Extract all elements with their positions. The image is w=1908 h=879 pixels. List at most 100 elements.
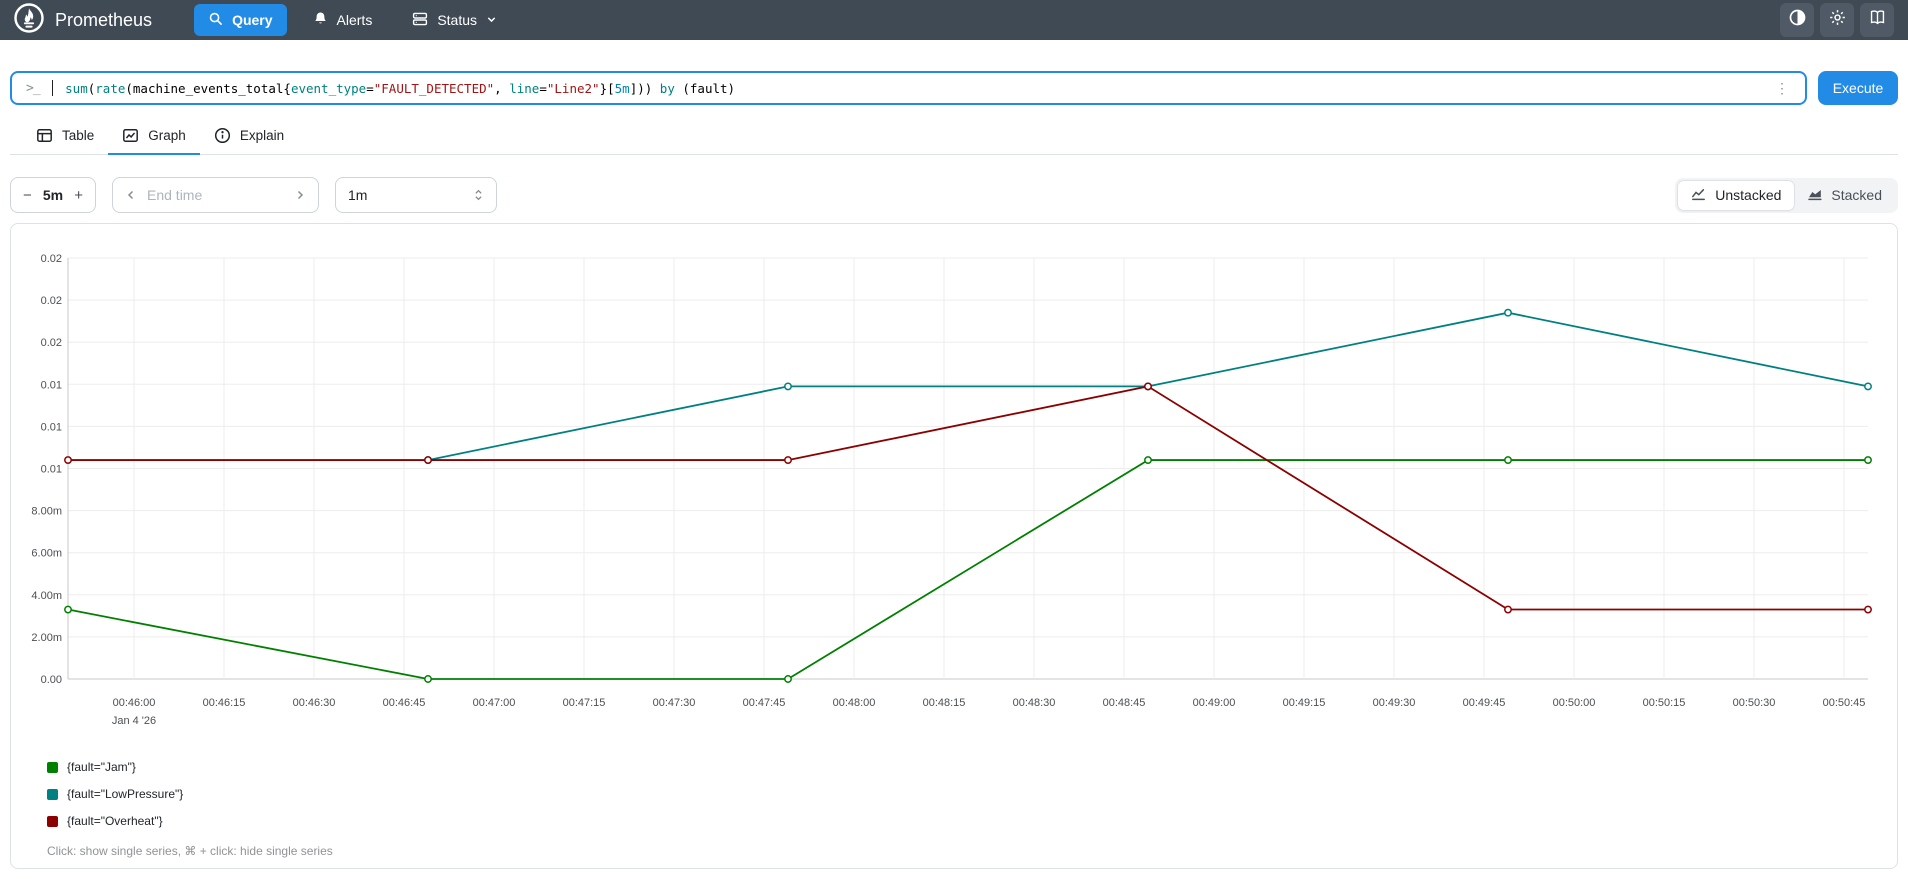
range-value[interactable]: 5m: [43, 187, 63, 203]
navbar-actions: [1780, 3, 1894, 37]
promql-token-keyword: by: [659, 80, 675, 96]
text-cursor: [51, 80, 54, 96]
promql-token-plain: =: [539, 80, 547, 96]
graph-icon: [122, 127, 139, 144]
search-icon: [208, 11, 223, 29]
x-tick-label: 00:48:30: [1013, 697, 1056, 709]
promql-token-duration: 5m: [614, 80, 630, 96]
tab-explain[interactable]: Explain: [200, 119, 298, 155]
resolution-select[interactable]: 1m: [335, 177, 497, 213]
execute-button[interactable]: Execute: [1818, 71, 1898, 105]
x-axis-date-label: Jan 4 '26: [112, 715, 156, 727]
promql-token-label: line: [509, 80, 540, 96]
y-tick-label: 0.02: [41, 337, 62, 349]
series-line: [67, 459, 1868, 680]
tab-label: Graph: [148, 128, 186, 143]
end-time-input[interactable]: End time: [112, 177, 319, 213]
kebab-menu-icon[interactable]: ⋮: [1773, 80, 1791, 97]
theme-toggle-button[interactable]: [1780, 3, 1814, 37]
data-point-marker: [784, 675, 792, 683]
stacking-option-label: Unstacked: [1715, 187, 1782, 203]
promql-token-function: sum: [65, 80, 88, 96]
resolution-value: 1m: [348, 187, 368, 203]
prometheus-logo-icon: [14, 2, 44, 38]
data-point-marker: [64, 605, 72, 614]
select-chevrons-icon: [473, 188, 484, 202]
tab-graph[interactable]: Graph: [108, 119, 200, 155]
data-point-marker: [1144, 382, 1152, 391]
promql-token-string: "Line2": [546, 80, 600, 96]
bell-icon: [313, 11, 328, 29]
result-tabs: Table Graph Explain: [10, 119, 1898, 155]
range-decrease-button[interactable]: −: [21, 187, 34, 204]
area-chart-icon: [1807, 186, 1823, 205]
brand-title: Prometheus: [55, 9, 153, 30]
legend-label: {fault="LowPressure"}: [67, 787, 184, 801]
y-tick-label: 2.00m: [31, 632, 62, 644]
contrast-icon: [1789, 9, 1806, 31]
expression-input[interactable]: >_ sum(rate(machine_events_total{event_t…: [10, 71, 1807, 105]
series-legend: {fault="Jam"} {fault="LowPressure"} {fault…: [47, 760, 1897, 828]
data-point-marker: [784, 382, 792, 391]
tab-table[interactable]: Table: [22, 119, 108, 155]
data-point-marker: [1864, 456, 1872, 465]
brand[interactable]: Prometheus: [14, 2, 153, 38]
legend-swatch: [47, 788, 58, 800]
y-tick-label: 0.02: [41, 253, 62, 265]
nav-item-label: Status: [437, 12, 478, 28]
graph-canvas[interactable]: 0.02 0.02 0.02 0.01 0.01 0.01 8.00m 6.00m 4.00m 2…: [11, 224, 1897, 736]
y-tick-label: 0.01: [41, 464, 62, 476]
chevron-right-icon[interactable]: [294, 189, 306, 201]
nav-item-label: Query: [232, 12, 273, 28]
docs-button[interactable]: [1860, 3, 1894, 37]
main-nav: Query Alerts Status: [194, 4, 511, 37]
x-tick-label: 00:46:15: [203, 697, 246, 709]
data-point-marker: [1504, 308, 1512, 317]
data-point-marker: [64, 456, 72, 465]
data-point-marker: [1144, 456, 1152, 465]
y-tick-label: 0.01: [41, 421, 62, 433]
range-increase-button[interactable]: +: [72, 187, 85, 204]
y-tick-label: 8.00m: [31, 506, 62, 518]
legend-item[interactable]: {fault="Jam"}: [47, 760, 1897, 774]
x-tick-label: 00:48:15: [923, 697, 966, 709]
server-icon: [412, 11, 428, 30]
promql-token-plain: (machine_events_total{: [125, 80, 291, 96]
data-point-marker: [1864, 382, 1872, 391]
data-point-marker: [1864, 605, 1872, 614]
promql-expression[interactable]: sum(rate(machine_events_total{event_type…: [65, 81, 1761, 96]
nav-item-alerts[interactable]: Alerts: [299, 4, 387, 36]
chevron-left-icon[interactable]: [125, 189, 137, 201]
x-tick-label: 00:48:45: [1103, 697, 1146, 709]
line-chart-icon: [1691, 186, 1707, 205]
legend-hint: Click: show single series, ⌘ + click: hi…: [47, 844, 333, 858]
table-icon: [36, 127, 53, 144]
query-bar: >_ sum(rate(machine_events_total{event_t…: [10, 71, 1898, 105]
promql-token-plain: ])): [629, 80, 660, 96]
tab-label: Explain: [239, 128, 285, 143]
y-tick-label: 0.01: [41, 379, 62, 391]
nav-item-status[interactable]: Status: [398, 4, 511, 37]
stacking-option-label: Stacked: [1831, 187, 1882, 203]
chevron-down-icon: [486, 12, 497, 28]
promql-token-plain: =: [366, 80, 374, 96]
legend-item[interactable]: {fault="LowPressure"}: [47, 787, 1897, 801]
promql-token-plain: (fault): [674, 80, 736, 96]
legend-item[interactable]: {fault="Overheat"}: [47, 814, 1897, 828]
x-tick-label: 00:47:15: [563, 697, 606, 709]
unstacked-option[interactable]: Unstacked: [1678, 180, 1795, 210]
info-icon: [214, 127, 231, 144]
x-tick-label: 00:47:30: [653, 697, 696, 709]
legend-label: {fault="Jam"}: [67, 760, 136, 774]
x-tick-label: 00:50:00: [1553, 697, 1596, 709]
gear-icon: [1829, 9, 1846, 31]
x-tick-label: 00:46:30: [293, 697, 336, 709]
graph-panel: 0.02 0.02 0.02 0.01 0.01 0.01 8.00m 6.00m 4.00m 2…: [10, 223, 1898, 869]
stacking-toggle: Unstacked Stacked: [1675, 177, 1898, 213]
x-tick-label: 00:46:00: [113, 697, 156, 709]
settings-button[interactable]: [1820, 3, 1854, 37]
nav-item-query[interactable]: Query: [194, 4, 287, 36]
x-tick-label: 00:49:15: [1283, 697, 1326, 709]
x-tick-label: 00:47:00: [473, 697, 516, 709]
stacked-option[interactable]: Stacked: [1794, 181, 1895, 210]
